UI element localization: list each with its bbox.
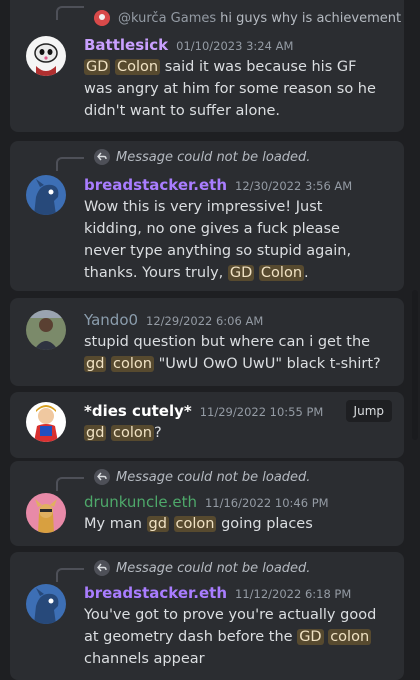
- timestamp: 11/29/2022 10:55 PM: [199, 405, 324, 419]
- message-content: stupid question but where can i get the …: [84, 331, 384, 375]
- reply-failed-icon: [94, 469, 110, 485]
- username[interactable]: Battlesick: [84, 36, 168, 54]
- reply-preview[interactable]: @kurča Games hi guys why is achievement …: [94, 10, 404, 26]
- message-text: My man: [84, 516, 147, 532]
- search-highlight: gd: [84, 425, 107, 441]
- message-text: channels appear: [84, 651, 205, 667]
- search-highlight: colon: [111, 356, 154, 372]
- message-text: [169, 516, 174, 532]
- search-result-card[interactable]: Yando0 12/29/2022 6:06 AM stupid questio…: [10, 298, 404, 386]
- message-text: "UwU OwO UwU" black t-shirt?: [153, 356, 381, 372]
- search-result-card[interactable]: @kurča Games hi guys why is achievement …: [10, 0, 404, 132]
- search-result-card[interactable]: Message could not be loaded. breadstacke…: [10, 552, 404, 680]
- avatar[interactable]: [26, 175, 66, 215]
- message-content: GD Colon said it was because his GF was …: [84, 56, 384, 122]
- search-highlight: gd: [84, 356, 107, 372]
- search-result-card[interactable]: *dies cutely* 11/29/2022 10:55 PM Jump g…: [10, 392, 404, 458]
- avatar[interactable]: [26, 310, 66, 350]
- username[interactable]: *dies cutely*: [84, 402, 192, 420]
- reply-connector: [56, 157, 84, 171]
- reply-connector: [56, 568, 84, 582]
- avatar[interactable]: [26, 493, 66, 533]
- search-highlight: GD: [297, 629, 324, 645]
- avatar[interactable]: [26, 402, 66, 442]
- avatar[interactable]: [26, 36, 66, 76]
- timestamp: 11/12/2022 6:18 PM: [235, 587, 352, 601]
- search-highlight: colon: [173, 516, 217, 532]
- reply-text: Message could not be loaded.: [116, 560, 311, 576]
- reply-text: Message could not be loaded.: [116, 469, 311, 485]
- reply-connector: [56, 477, 84, 491]
- message-text: going places: [216, 516, 313, 532]
- reply-mention[interactable]: @kurča Games: [118, 11, 216, 26]
- reply-failed-icon: [94, 149, 110, 165]
- scrollbar-track[interactable]: [412, 0, 418, 680]
- avatar[interactable]: [26, 584, 66, 624]
- timestamp: 01/10/2023 3:24 AM: [176, 39, 294, 53]
- reply-preview[interactable]: Message could not be loaded.: [94, 149, 310, 165]
- message-content: My man gd colon going places: [84, 513, 384, 535]
- search-result-card[interactable]: Message could not be loaded. drunkuncle.…: [10, 461, 404, 546]
- message-text: stupid question but where can i get the: [84, 334, 371, 350]
- message-header: breadstacker.eth 11/12/2022 6:18 PM: [84, 584, 351, 602]
- message-text: ?: [153, 425, 162, 441]
- username[interactable]: drunkuncle.eth: [84, 493, 197, 511]
- message-content: gd colon?: [84, 422, 384, 444]
- message-content: You've got to prove you're actually good…: [84, 604, 384, 670]
- search-highlight: gd: [146, 516, 169, 532]
- message-text: Wow this is very impressive! Just kiddin…: [84, 199, 352, 281]
- search-highlight: colon: [328, 629, 372, 645]
- username[interactable]: Yando0: [84, 311, 138, 329]
- message-header: drunkuncle.eth 11/16/2022 10:46 PM: [84, 493, 329, 511]
- search-highlight: Colon: [115, 59, 161, 75]
- search-highlight: GD: [227, 265, 255, 281]
- timestamp: 11/16/2022 10:46 PM: [204, 496, 329, 510]
- search-highlight: Colon: [258, 265, 305, 281]
- search-highlight: colon: [111, 425, 154, 441]
- username[interactable]: breadstacker.eth: [84, 584, 227, 602]
- scrollbar-thumb[interactable]: [412, 290, 418, 440]
- search-results-list: @kurča Games hi guys why is achievement …: [0, 0, 410, 680]
- username[interactable]: breadstacker.eth: [84, 176, 227, 194]
- reply-connector: [56, 6, 84, 20]
- message-content: Wow this is very impressive! Just kiddin…: [84, 196, 384, 284]
- jump-button[interactable]: Jump: [345, 400, 392, 422]
- search-highlight: GD: [84, 59, 111, 75]
- message-header: Battlesick 01/10/2023 3:24 AM: [84, 36, 293, 54]
- reply-preview[interactable]: Message could not be loaded.: [94, 560, 310, 576]
- reply-preview[interactable]: Message could not be loaded.: [94, 469, 310, 485]
- reply-text: hi guys why is achievement for: [220, 10, 404, 26]
- message-header: *dies cutely* 11/29/2022 10:55 PM: [84, 402, 323, 420]
- reply-failed-icon: [94, 560, 110, 576]
- message-header: Yando0 12/29/2022 6:06 AM: [84, 311, 263, 329]
- search-result-card[interactable]: Message could not be loaded. breadstacke…: [10, 141, 404, 291]
- timestamp: 12/30/2022 3:56 AM: [235, 179, 353, 193]
- message-header: breadstacker.eth 12/30/2022 3:56 AM: [84, 176, 352, 194]
- reply-text: Message could not be loaded.: [116, 149, 311, 165]
- reply-author-avatar: [94, 10, 110, 26]
- timestamp: 12/29/2022 6:06 AM: [146, 314, 264, 328]
- message-text: .: [304, 265, 309, 281]
